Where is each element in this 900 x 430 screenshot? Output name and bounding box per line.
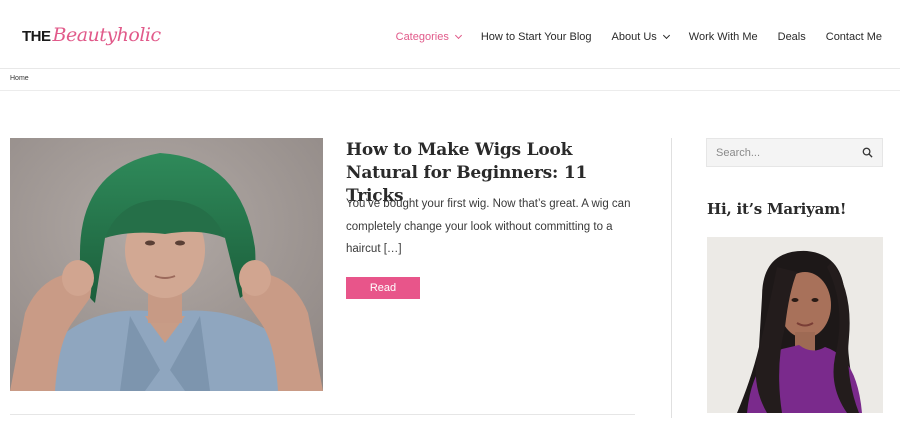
author-portrait-photo — [707, 237, 883, 413]
nav-item-label: Deals — [777, 31, 806, 43]
site-logo[interactable]: THE Beautyholic — [22, 24, 161, 54]
nav-item-label: Categories — [395, 31, 449, 43]
main-nav: Categories How to Start Your Blog About … — [376, 31, 882, 43]
search-input[interactable] — [707, 139, 857, 166]
logo-script-text: Beautyholic — [52, 24, 162, 46]
nav-item-contact-me[interactable]: Contact Me — [826, 31, 882, 43]
search-form — [706, 138, 883, 167]
post-featured-image[interactable] — [10, 138, 323, 391]
nav-item-categories[interactable]: Categories — [395, 31, 462, 43]
woman-green-wig-photo — [10, 138, 323, 391]
breadcrumb-home-link[interactable]: Home — [10, 75, 29, 82]
read-more-button[interactable]: Read — [346, 277, 420, 299]
chevron-down-icon — [454, 31, 462, 40]
sidebar-divider — [671, 138, 672, 418]
post-divider — [10, 414, 635, 415]
chevron-down-icon — [662, 31, 670, 40]
search-icon[interactable] — [862, 147, 873, 158]
breadcrumb-bar: Home — [0, 69, 900, 91]
logo-prefix: THE — [22, 28, 51, 45]
nav-item-deals[interactable]: Deals — [778, 31, 806, 43]
nav-item-work-with-me[interactable]: Work With Me — [689, 31, 758, 43]
post-excerpt: You’ve bought your first wig. Now that’s… — [346, 198, 631, 255]
nav-item-label: How to Start Your Blog — [480, 31, 592, 43]
site-header: THE Beautyholic Categories How to Start … — [0, 0, 900, 69]
sidebar-widget-title: Hi, it’s Mariyam! — [707, 200, 847, 218]
nav-item-label: About Us — [611, 31, 657, 43]
nav-item-about-us[interactable]: About Us — [611, 31, 670, 43]
nav-item-start-blog[interactable]: How to Start Your Blog — [481, 31, 592, 43]
nav-item-label: Work With Me — [688, 31, 758, 43]
nav-item-label: Contact Me — [825, 31, 882, 43]
author-photo — [707, 237, 883, 413]
